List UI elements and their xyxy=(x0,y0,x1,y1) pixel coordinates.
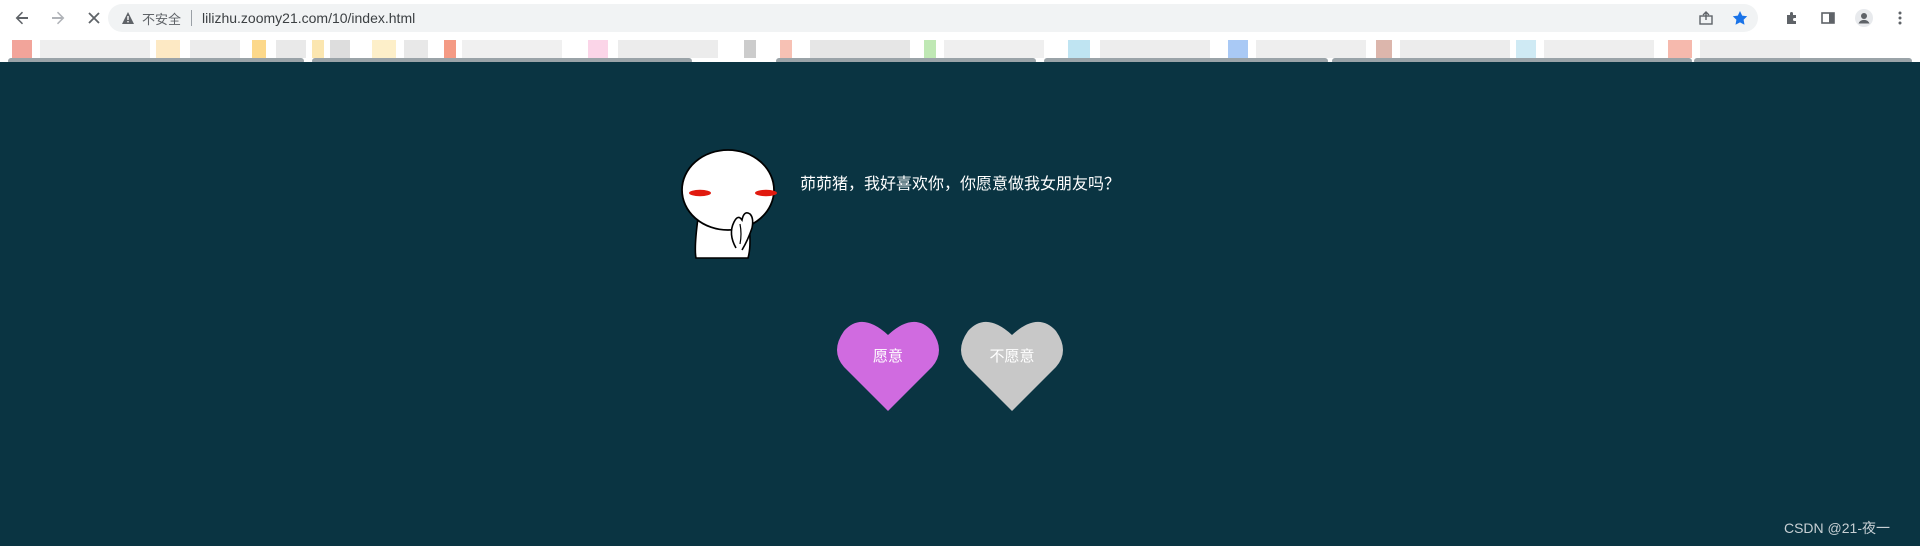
no-heart-button[interactable]: 不愿意 xyxy=(960,315,1064,415)
yes-heart-button[interactable]: 愿意 xyxy=(836,315,940,415)
bookmark-favicon[interactable] xyxy=(372,40,396,58)
profile-avatar-icon[interactable] xyxy=(1850,4,1878,32)
bookmark-item[interactable] xyxy=(404,40,428,58)
bookmarks-bar xyxy=(0,36,1920,70)
side-panel-icon[interactable] xyxy=(1814,4,1842,32)
csdn-watermark: CSDN @21-夜一 xyxy=(1783,520,1890,536)
bookmark-item[interactable] xyxy=(190,40,240,58)
share-icon[interactable] xyxy=(1696,8,1716,28)
confession-question: 茆茆猪，我好喜欢你，你愿意做我女朋友吗？ xyxy=(800,174,1121,193)
browser-toolbar: 不安全 lilizhu.zoomy21.com/10/index.html xyxy=(0,0,1920,36)
forward-icon[interactable] xyxy=(44,4,72,32)
bookmark-item[interactable] xyxy=(1100,40,1210,58)
bookmark-favicon[interactable] xyxy=(588,40,608,58)
bookmark-favicon[interactable] xyxy=(252,40,266,58)
stop-loading-icon[interactable] xyxy=(80,4,108,32)
bookmark-item[interactable] xyxy=(944,40,1044,58)
bookmark-favicon[interactable] xyxy=(924,40,936,58)
bookmark-item[interactable] xyxy=(1256,40,1366,58)
bookmark-item[interactable] xyxy=(40,40,150,58)
bookmark-favicon[interactable] xyxy=(156,40,180,58)
bookmark-item[interactable] xyxy=(1400,40,1510,58)
bookmark-bottom-edge xyxy=(0,62,1920,70)
bookmark-favicon[interactable] xyxy=(780,40,792,58)
bookmark-favicon[interactable] xyxy=(312,40,324,58)
shy-character-illustration xyxy=(676,148,780,260)
bookmark-favicon[interactable] xyxy=(1068,40,1090,58)
bookmark-item[interactable] xyxy=(1700,40,1800,58)
bookmark-item[interactable] xyxy=(276,40,306,58)
bookmark-favicon[interactable] xyxy=(1668,40,1692,58)
bookmark-item[interactable] xyxy=(330,40,350,58)
bookmark-favicon[interactable] xyxy=(1376,40,1392,58)
bookmark-item[interactable] xyxy=(462,40,562,58)
address-bar[interactable]: 不安全 lilizhu.zoomy21.com/10/index.html xyxy=(108,4,1758,32)
bookmark-favicon[interactable] xyxy=(1228,40,1248,58)
url-text[interactable]: lilizhu.zoomy21.com/10/index.html xyxy=(202,10,415,26)
extensions-icon[interactable] xyxy=(1778,4,1806,32)
yes-button-label: 愿意 xyxy=(872,347,903,365)
no-button-label: 不愿意 xyxy=(989,347,1035,365)
bookmark-favicon[interactable] xyxy=(1516,40,1536,58)
bookmark-item[interactable] xyxy=(1544,40,1654,58)
bookmark-item[interactable] xyxy=(810,40,910,58)
security-status: 不安全 xyxy=(142,12,182,28)
address-bar-actions xyxy=(1696,8,1750,28)
back-icon[interactable] xyxy=(8,4,36,32)
bookmark-favicon[interactable] xyxy=(744,40,756,58)
bookmark-favicon[interactable] xyxy=(12,40,32,58)
bookmark-item[interactable] xyxy=(618,40,718,58)
page-content: 茆茆猪，我好喜欢你，你愿意做我女朋友吗？ 愿意 不愿意 CSDN @21-夜一 xyxy=(0,70,1920,546)
bookmark-favicon[interactable] xyxy=(444,40,456,58)
bookmark-star-icon[interactable] xyxy=(1730,8,1750,28)
address-separator xyxy=(191,10,193,26)
menu-kebab-icon[interactable] xyxy=(1886,4,1914,32)
browser-actions xyxy=(1778,4,1914,32)
warning-icon[interactable] xyxy=(120,10,136,26)
